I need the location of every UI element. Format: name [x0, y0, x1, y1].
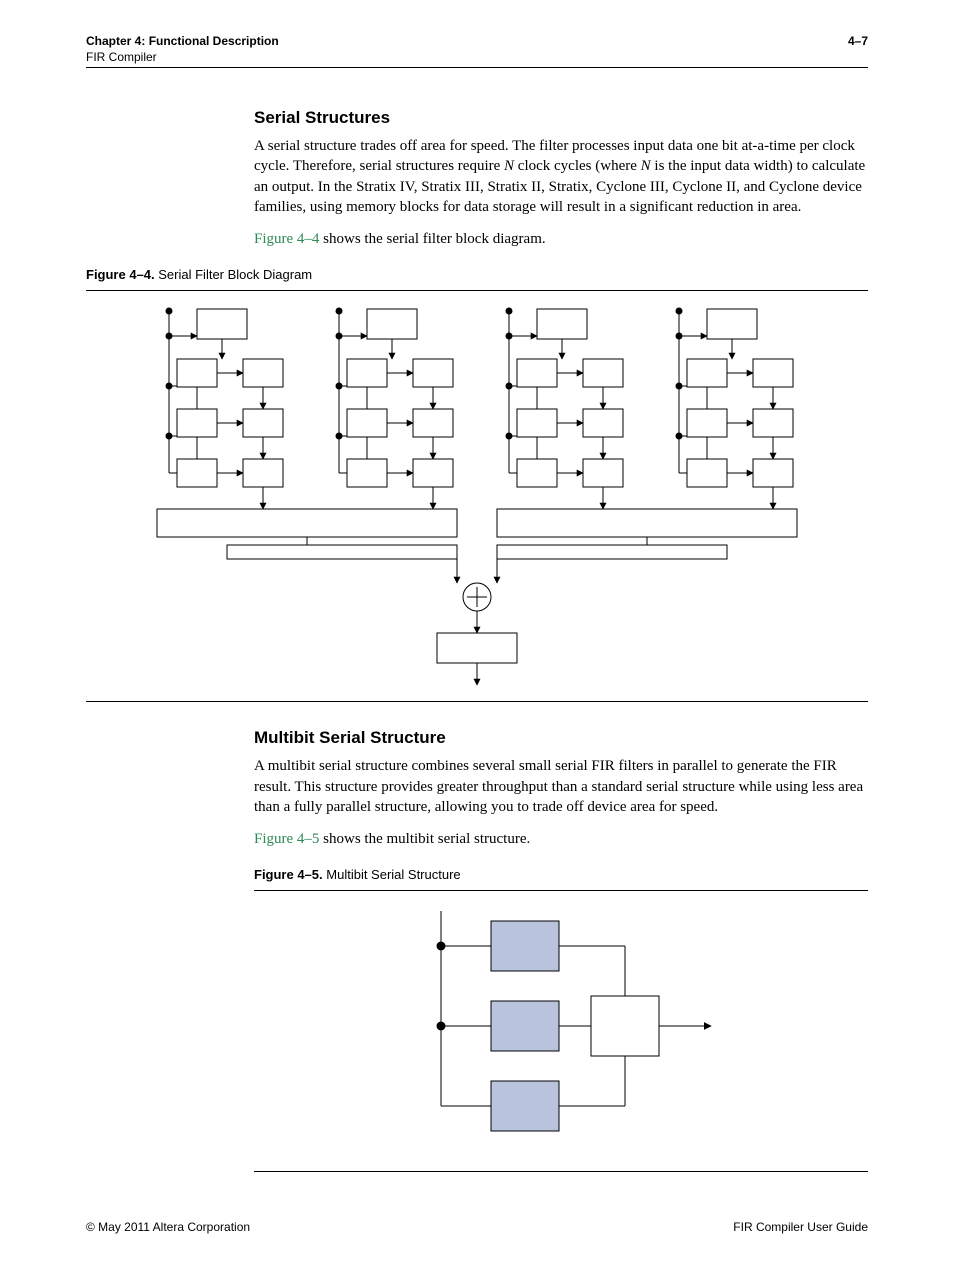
page-footer: © May 2011 Altera Corporation FIR Compil… — [86, 1220, 868, 1234]
section2-ref-sentence: Figure 4–5 shows the multibit serial str… — [254, 829, 868, 849]
section2-paragraph-1: A multibit serial structure combines sev… — [254, 756, 868, 817]
figure-4-5-link[interactable]: Figure 4–5 — [254, 831, 319, 847]
figure-4-5 — [254, 890, 868, 1172]
chapter-title: Functional Description — [149, 34, 279, 48]
header-subline: FIR Compiler — [86, 50, 279, 66]
multibit-serial-structure-diagram — [381, 901, 741, 1161]
figure-4-4-link[interactable]: Figure 4–4 — [254, 231, 319, 247]
page-header: Chapter 4: Functional Description FIR Co… — [86, 34, 868, 68]
footer-left: © May 2011 Altera Corporation — [86, 1220, 250, 1234]
serial-filter-block-diagram — [127, 301, 827, 691]
figure-4-5-caption: Figure 4–5. Multibit Serial Structure — [254, 867, 868, 882]
page-number: 4–7 — [848, 34, 868, 48]
chapter-label: Chapter 4: — [86, 34, 145, 48]
footer-right: FIR Compiler User Guide — [733, 1220, 868, 1234]
section-heading-multibit: Multibit Serial Structure — [254, 728, 868, 748]
figure-4-4 — [86, 290, 868, 702]
section1-paragraph-1: A serial structure trades off area for s… — [254, 136, 868, 217]
section-heading-serial-structures: Serial Structures — [254, 108, 868, 128]
section1-ref-sentence: Figure 4–4 shows the serial filter block… — [254, 229, 868, 249]
figure-4-4-caption: Figure 4–4. Serial Filter Block Diagram — [86, 267, 868, 282]
header-left: Chapter 4: Functional Description FIR Co… — [86, 34, 279, 65]
